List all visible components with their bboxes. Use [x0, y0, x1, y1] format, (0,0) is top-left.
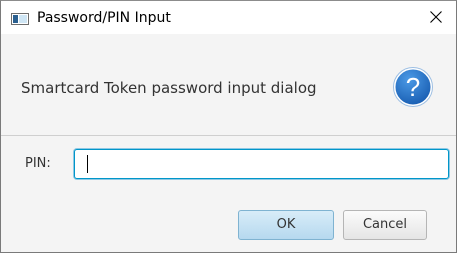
cancel-button[interactable]: Cancel [343, 210, 427, 240]
ok-button[interactable]: OK [238, 210, 334, 240]
pin-label: PIN: [25, 156, 51, 171]
password-pin-dialog: Password/PIN Input Smartcard Token passw… [0, 0, 457, 253]
help-icon: ? [393, 67, 433, 107]
text-caret [87, 155, 88, 173]
window-title: Password/PIN Input [37, 10, 171, 26]
application-icon [11, 13, 29, 25]
close-icon [430, 11, 442, 23]
pin-input[interactable] [74, 149, 449, 179]
title-bar[interactable]: Password/PIN Input [1, 1, 456, 34]
dialog-content: PIN: OK Cancel [1, 136, 456, 252]
close-button[interactable] [416, 1, 456, 34]
header-text: Smartcard Token password input dialog [21, 79, 317, 97]
svg-text:?: ? [406, 72, 420, 102]
dialog-header: Smartcard Token password input dialog ? [1, 34, 456, 136]
